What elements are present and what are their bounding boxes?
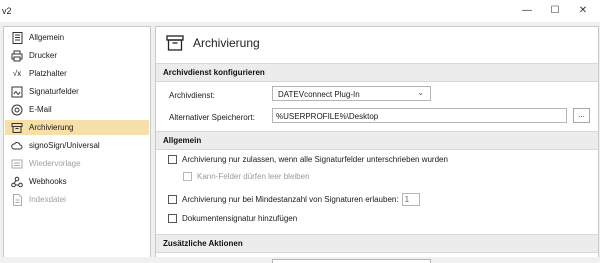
resubmission-icon	[11, 158, 23, 170]
sidebar-item-label: Indexdatei	[29, 195, 66, 204]
sidebar-item-label: Webhooks	[29, 177, 67, 186]
browse-button[interactable]: ...	[573, 108, 590, 123]
sqrt-x-icon: √x	[12, 69, 22, 78]
doc-signature-checkbox[interactable]	[168, 214, 177, 223]
webhooks-icon	[11, 176, 23, 188]
window-title: v2	[2, 6, 12, 16]
title-bar: v2 — ☐ ✕	[0, 0, 600, 22]
sidebar-item-label: signoSign/Universal	[29, 141, 100, 150]
index-file-icon	[11, 193, 23, 206]
maximize-button[interactable]: ☐	[544, 4, 566, 18]
section-header-archive-service: Archivdienst konfigurieren	[156, 63, 598, 82]
page-title: Archivierung	[193, 36, 260, 50]
sidebar-item-label: Allgemein	[29, 33, 65, 42]
settings-content: Archivierung Archivdienst konfigurieren …	[155, 26, 599, 263]
sidebar-item-indexdatei[interactable]: Indexdatei	[5, 192, 149, 207]
close-button[interactable]: ✕	[572, 4, 594, 18]
alt-location-value: %USERPROFILE%\Desktop	[276, 112, 379, 121]
sidebar-item-wiedervorlage[interactable]: Wiedervorlage	[5, 156, 149, 171]
email-at-icon	[11, 104, 23, 116]
archive-box-icon	[11, 122, 23, 134]
min-signatures-label: Archivierung nur bei Mindestanzahl von S…	[182, 195, 399, 204]
alt-location-label: Alternativer Speicherort:	[169, 113, 255, 122]
cloud-sync-icon	[11, 140, 23, 152]
section-title: Archivdienst konfigurieren	[163, 68, 265, 77]
optional-fields-checkbox[interactable]	[183, 172, 192, 181]
all-signed-checkbox-row[interactable]: Archivierung nur zulassen, wenn alle Sig…	[168, 155, 448, 164]
sidebar-item-label: Signaturfelder	[29, 87, 79, 96]
printer-icon	[11, 50, 23, 62]
sidebar-item-platzhalter[interactable]: √x Platzhalter	[5, 66, 149, 81]
signature-field-icon	[11, 86, 23, 98]
sidebar-item-email[interactable]: E-Mail	[5, 102, 149, 117]
section-title: Zusätzliche Aktionen	[163, 239, 243, 248]
sidebar-item-drucker[interactable]: Drucker	[5, 48, 149, 63]
sidebar-item-allgemein[interactable]: Allgemein	[5, 30, 149, 45]
page-header: Archivierung	[156, 27, 598, 59]
minimize-button[interactable]: —	[516, 4, 538, 18]
section-header-additional-actions: Zusätzliche Aktionen	[156, 234, 598, 253]
min-signatures-checkbox[interactable]	[168, 195, 177, 204]
sidebar-item-signaturfelder[interactable]: Signaturfelder	[5, 84, 149, 99]
sidebar-item-label: Wiedervorlage	[29, 159, 81, 168]
settings-sidebar: Allgemein Drucker √x Platzhalter Signatu…	[3, 26, 151, 257]
optional-fields-checkbox-row[interactable]: Kann-Felder dürfen leer bleiben	[183, 172, 310, 181]
archive-service-select[interactable]: DATEVconnect Plug-In ⌄	[272, 86, 431, 101]
all-signed-checkbox[interactable]	[168, 155, 177, 164]
sidebar-item-label: Drucker	[29, 51, 58, 60]
min-signatures-input[interactable]: 1	[401, 193, 420, 206]
additional-action-field[interactable]	[272, 259, 431, 263]
sidebar-item-webhooks[interactable]: Webhooks	[5, 174, 149, 189]
settings-page-icon	[11, 31, 23, 44]
sidebar-item-label: E-Mail	[29, 105, 52, 114]
sidebar-item-label: Platzhalter	[29, 69, 67, 78]
all-signed-label: Archivierung nur zulassen, wenn alle Sig…	[182, 155, 448, 164]
sidebar-item-label: Archivierung	[29, 123, 74, 132]
section-title: Allgemein	[163, 136, 202, 145]
sidebar-item-signosign-universal[interactable]: signoSign/Universal	[5, 138, 149, 153]
archive-box-icon	[166, 35, 184, 53]
archive-service-value: DATEVconnect Plug-In	[278, 90, 360, 99]
doc-signature-label: Dokumentensignatur hinzufügen	[182, 214, 298, 223]
min-signatures-checkbox-row[interactable]: Archivierung nur bei Mindestanzahl von S…	[168, 193, 420, 206]
section-header-general: Allgemein	[156, 131, 598, 150]
doc-signature-checkbox-row[interactable]: Dokumentensignatur hinzufügen	[168, 214, 297, 223]
window-body: Allgemein Drucker √x Platzhalter Signatu…	[0, 22, 600, 263]
sidebar-item-archivierung[interactable]: Archivierung	[5, 120, 149, 135]
optional-fields-label: Kann-Felder dürfen leer bleiben	[197, 172, 310, 181]
archive-service-label: Archivdienst:	[169, 91, 215, 100]
chevron-down-icon: ⌄	[417, 88, 424, 97]
alt-location-input[interactable]: %USERPROFILE%\Desktop	[272, 108, 567, 123]
